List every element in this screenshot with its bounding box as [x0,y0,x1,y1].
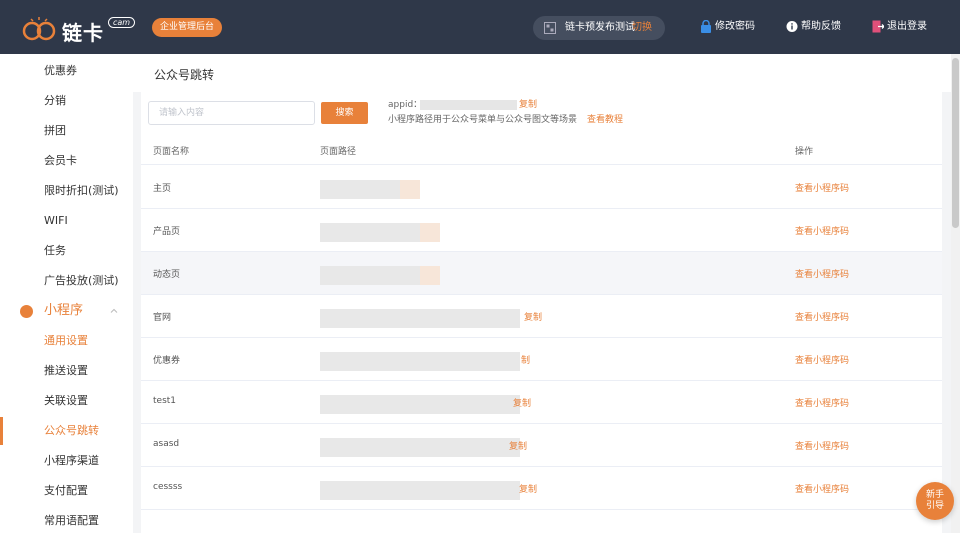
guide-line-2: 引导 [925,501,944,511]
guide-line-1: 新手 [925,490,944,500]
row-page-name: test1 [153,396,177,406]
search-input[interactable]: 请输入内容 [148,101,315,125]
row-path-redacted [320,223,440,242]
table-row: asasd 复制 查看小程序码 [141,424,942,467]
row-page-name: 主页 [153,184,172,194]
view-qr-code-link[interactable]: 查看小程序码 [795,310,849,323]
row-page-name: 动态页 [153,270,181,280]
sidebar-item-distribution[interactable]: 分销 [0,86,133,116]
sidebar-group-mini-program[interactable]: 小程序 [0,296,133,326]
sidebar-item-wifi[interactable]: WIFI [0,206,133,236]
sidebar-item-push-settings[interactable]: 推送设置 [0,356,133,386]
view-tutorial-link[interactable]: 查看教程 [587,114,623,126]
info-icon [786,21,798,32]
view-qr-code-link[interactable]: 查看小程序码 [795,439,849,452]
logo-icon [22,17,56,41]
table-header: 页面名称 页面路径 操作 [141,135,942,165]
scrollbar-thumb[interactable] [952,58,959,228]
view-qr-code-link[interactable]: 查看小程序码 [795,181,849,194]
new-user-guide-button[interactable]: 新手 引导 [916,482,954,520]
column-action: 操作 [795,147,814,157]
row-page-name: 官网 [153,313,172,323]
sidebar-item-phrases-config[interactable]: 常用语配置 [0,506,133,533]
row-path-redacted [320,395,520,414]
table-row: 优惠券 制 查看小程序码 [141,338,942,381]
appid-label: appid： [388,100,423,110]
row-path-redacted [320,180,420,199]
sidebar-item-tasks[interactable]: 任务 [0,236,133,266]
content-panel: 请输入内容 搜索 appid： 复制 小程序路径用于公众号菜单与公众号图文等场景… [141,92,942,533]
logo[interactable]: 链卡 cam [22,12,136,45]
table-row: test1 复制 查看小程序码 [141,381,942,424]
search-button[interactable]: 搜索 [321,102,368,124]
help-feedback-label: 帮助反馈 [801,21,841,32]
change-password-label: 修改密码 [715,21,755,32]
qr-code-icon [544,22,556,34]
view-qr-code-link[interactable]: 查看小程序码 [795,482,849,495]
copy-path-button[interactable]: 复制 [513,396,531,409]
sidebar-item-general-settings[interactable]: 通用设置 [0,326,133,356]
sidebar: 优惠券 分销 拼团 会员卡 限时折扣(测试) WIFI 任务 广告投放(测试) … [0,54,133,533]
switch-environment-link[interactable]: 切换 [632,16,652,40]
row-page-name: asasd [153,439,180,449]
table-row: cessss 复制 查看小程序码 [141,467,942,510]
row-path-redacted [320,352,520,371]
row-page-name: 产品页 [153,227,181,237]
sidebar-item-flash-discount[interactable]: 限时折扣(测试) [0,176,133,206]
copy-path-button[interactable]: 制 [521,353,530,366]
admin-button[interactable]: 企业管理后台 [152,18,223,37]
view-qr-code-link[interactable]: 查看小程序码 [795,224,849,237]
path-hint: 小程序路径用于公众号菜单与公众号图文等场景 [388,115,578,125]
page-header: 公众号跳转 [133,54,960,92]
table-row: 产品页 查看小程序码 [141,209,942,252]
sidebar-item-link-settings[interactable]: 关联设置 [0,386,133,416]
brand-badge: cam [108,17,136,28]
table-row: 主页 查看小程序码 [141,166,942,209]
sidebar-item-ads[interactable]: 广告投放(测试) [0,266,133,296]
sidebar-item-coupon[interactable]: 优惠券 [0,56,133,86]
copy-path-button[interactable]: 复制 [519,482,537,495]
view-qr-code-link[interactable]: 查看小程序码 [795,396,849,409]
column-page-name: 页面名称 [153,147,190,157]
sidebar-item-channels[interactable]: 小程序渠道 [0,446,133,476]
table-row: 官网 复制 查看小程序码 [141,295,942,338]
top-bar: 链卡 cam 企业管理后台 链卡预发布测试 切换 修改密码 帮助反馈 退出登录 [0,0,960,54]
appid-value-redacted [420,100,517,110]
copy-appid-button[interactable]: 复制 [519,99,537,111]
environment-switcher[interactable]: 链卡预发布测试 切换 [533,16,665,40]
row-path-redacted [320,481,520,500]
row-path-redacted [320,438,520,457]
row-page-name: cessss [153,482,183,492]
copy-path-button[interactable]: 复制 [509,439,527,452]
table-row: 动态页 查看小程序码 [141,252,942,295]
lock-icon [701,20,711,33]
copy-path-button[interactable]: 复制 [524,310,542,323]
chevron-up-icon [110,308,118,313]
sidebar-item-official-account-jump[interactable]: 公众号跳转 [0,416,133,446]
row-path-redacted [320,309,520,328]
page-title: 公众号跳转 [154,68,215,82]
mini-program-icon [20,305,33,318]
sidebar-item-payment-config[interactable]: 支付配置 [0,476,133,506]
sidebar-item-group-buy[interactable]: 拼团 [0,116,133,146]
view-qr-code-link[interactable]: 查看小程序码 [795,267,849,280]
column-page-path: 页面路径 [320,147,357,157]
logout-label: 退出登录 [887,21,927,32]
sidebar-item-member-card[interactable]: 会员卡 [0,146,133,176]
brand-name: 链卡 [62,21,104,45]
environment-label: 链卡预发布测试 [565,22,635,33]
row-path-redacted [320,266,440,285]
sidebar-group-label: 小程序 [44,303,84,318]
row-page-name: 优惠券 [153,356,181,366]
view-qr-code-link[interactable]: 查看小程序码 [795,353,849,366]
logout-icon [872,20,884,33]
